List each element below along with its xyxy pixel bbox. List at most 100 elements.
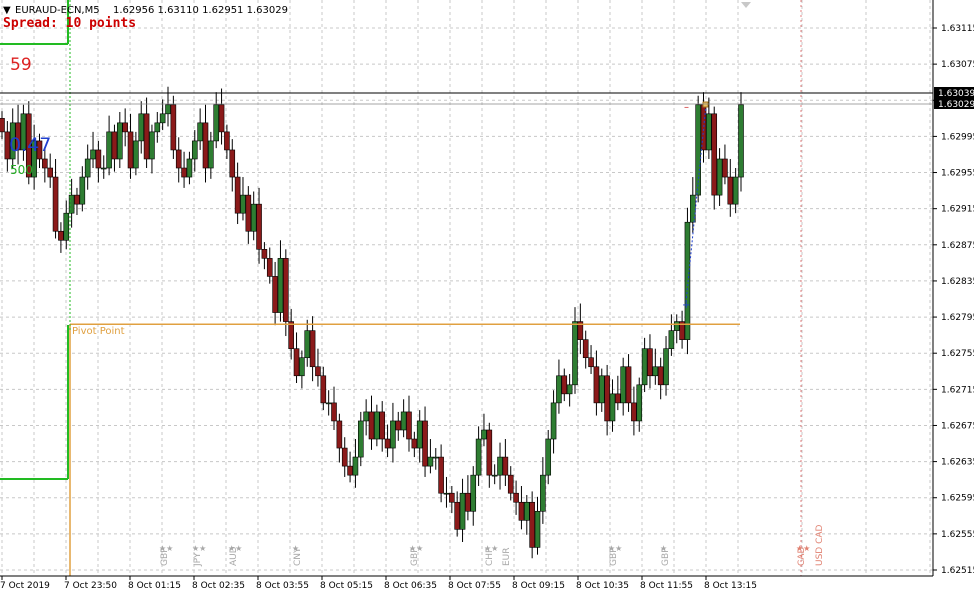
candle-body-bull	[117, 122, 123, 160]
candle	[347, 451, 353, 483]
news-label: USD CAD	[815, 524, 825, 566]
candle	[309, 316, 316, 382]
candle-body-bull	[534, 510, 541, 548]
trade-marker-icon: +	[682, 300, 690, 311]
candle	[663, 336, 669, 396]
candle-body-bull	[240, 194, 246, 214]
candle	[481, 413, 487, 447]
candle-body-bear	[449, 492, 455, 503]
candle	[234, 162, 241, 225]
candle	[550, 390, 557, 454]
candle-body-bull	[652, 366, 659, 377]
candle-body-bear	[588, 357, 594, 368]
candle-body-bear	[631, 402, 637, 422]
candle-body-bear	[336, 420, 343, 449]
price-tick-label: 1.62915	[941, 205, 974, 215]
news-event-gbp: ★★GBP	[159, 544, 173, 566]
candle-body-bull	[427, 456, 434, 467]
candle-body-bull	[432, 456, 439, 459]
candle	[540, 457, 546, 524]
candle	[722, 144, 728, 185]
candle-body-bull	[497, 456, 503, 476]
candle-body-bear	[202, 122, 209, 169]
price-tick-label: 1.62995	[941, 132, 974, 142]
candle	[325, 390, 332, 416]
candle	[427, 439, 434, 474]
candle	[502, 439, 509, 486]
candle-body-bear	[127, 131, 134, 169]
candle-body-bull	[641, 348, 648, 386]
candle-body-bull	[716, 158, 723, 196]
candle-body-bear	[507, 474, 514, 494]
candle	[486, 422, 493, 488]
candle	[100, 155, 107, 179]
candle	[95, 140, 102, 183]
candle-body-bear	[711, 113, 718, 196]
news-label: AUD	[229, 546, 239, 566]
candle-body-bull	[556, 375, 562, 404]
candle	[283, 249, 289, 337]
dropdown-arrow-icon[interactable]: ▼	[3, 5, 11, 16]
candle-body-bear	[52, 176, 59, 232]
candle	[197, 108, 203, 150]
candle-body-bull	[79, 176, 86, 205]
candle	[143, 97, 150, 169]
price-chart[interactable]: +– 1.631151.630751.630351.629951.629551.…	[0, 0, 974, 594]
candle	[566, 373, 573, 407]
candle-body-bull	[566, 384, 573, 395]
candle-body-bull	[443, 492, 450, 495]
candle-body-bull	[475, 438, 482, 476]
candle-body-bear	[143, 113, 150, 160]
candle	[229, 139, 236, 192]
candle-body-bull	[390, 420, 396, 449]
price-tick-label: 1.63115	[941, 24, 974, 34]
candle-body-bull	[213, 104, 220, 142]
candle	[711, 106, 718, 210]
candle-body-bear	[347, 465, 353, 476]
indicator-value-green: 500	[10, 163, 33, 177]
news-label: CNY	[293, 547, 303, 566]
candle	[304, 319, 311, 367]
candle-body-bear	[615, 393, 621, 404]
time-tick-label: 8 Oct 01:15	[128, 581, 181, 591]
candle	[556, 359, 562, 414]
news-label: CHF	[485, 548, 495, 566]
candle-body-bull	[550, 402, 557, 440]
candle-body-bull	[636, 384, 643, 422]
candle-body-bull	[668, 330, 675, 349]
candle-body-bull	[374, 411, 380, 440]
candle-body-bear	[384, 438, 391, 449]
scroll-marker-icon[interactable]	[741, 2, 751, 8]
candle-body-bull	[197, 122, 203, 142]
candle-body-bear	[395, 420, 402, 431]
indicator-value-red: 59	[10, 55, 32, 75]
candle-body-bull	[208, 140, 214, 169]
bid-price-label: 1.63039	[938, 89, 974, 99]
candle	[598, 368, 605, 412]
news-label: GBP	[609, 547, 619, 566]
candle-body-bull	[90, 149, 96, 160]
candle	[652, 348, 659, 385]
candle	[336, 413, 343, 463]
candle-body-bull	[598, 375, 605, 404]
candle	[615, 375, 621, 411]
candle	[0, 111, 5, 140]
trade-entry-icon	[702, 101, 709, 108]
candle-body-bull	[325, 402, 332, 405]
candle-body-bear	[245, 194, 252, 232]
candle-body-bull	[663, 348, 669, 386]
time-axis: 7 Oct 2019 7 Oct 23:50 8 Oct 01:15 8 Oct 02…	[0, 576, 757, 591]
candle	[636, 377, 643, 432]
chart-window[interactable]: +– 1.631151.630751.630351.629951.629551.…	[0, 0, 974, 594]
candle	[315, 348, 321, 387]
candle	[170, 95, 177, 159]
candle-body-bear	[438, 456, 444, 494]
candle-body-bear	[288, 321, 294, 349]
candle-body-bear	[727, 176, 734, 205]
candle-body-bear	[234, 176, 241, 214]
spread-label: Spread: 10 points	[3, 16, 136, 31]
candle-body-bear	[454, 501, 460, 530]
candle-body-bull	[363, 411, 369, 422]
candle	[288, 308, 294, 360]
news-stars-icon: ★★	[192, 544, 206, 553]
